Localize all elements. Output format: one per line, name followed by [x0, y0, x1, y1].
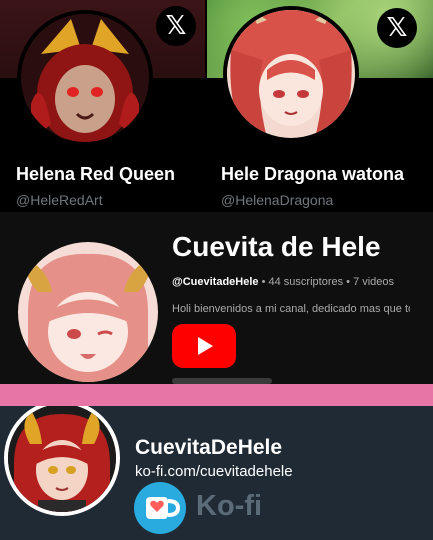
kofi-url-link[interactable]: ko-fi.com/cuevitadehele: [135, 463, 293, 480]
user-handle[interactable]: @HeleRedArt: [16, 192, 103, 208]
channel-avatar[interactable]: [18, 242, 158, 382]
kofi-brand-wordmark[interactable]: Ko-fi: [196, 490, 262, 523]
channel-meta: @CuevitadeHele • 44 suscriptores • 7 vid…: [172, 276, 394, 288]
section-divider: [0, 384, 433, 406]
subscriber-video-count: • 44 suscriptores • 7 videos: [261, 276, 395, 288]
x-profile-card-hele-dragona[interactable]: 𝕏 Hele Dragona watona @HelenaDragona: [207, 0, 433, 212]
avatar[interactable]: [4, 406, 120, 516]
channel-description: Holi bienvenidos a mi canal, dedicado ma…: [172, 303, 410, 315]
display-name[interactable]: Helena Red Queen: [16, 164, 175, 185]
x-logo-icon[interactable]: 𝕏: [156, 6, 196, 46]
user-handle[interactable]: @HelenaDragona: [221, 192, 333, 208]
channel-handle[interactable]: @CuevitadeHele: [172, 276, 259, 288]
kofi-profile-card[interactable]: CuevitaDeHele ko-fi.com/cuevitadehele Ko…: [0, 406, 433, 540]
avatar[interactable]: [223, 6, 359, 142]
kofi-cup-icon[interactable]: [134, 482, 186, 534]
youtube-channel-card[interactable]: Cuevita de Hele @CuevitadeHele • 44 susc…: [0, 212, 433, 384]
youtube-play-icon[interactable]: [172, 324, 236, 368]
display-name[interactable]: Hele Dragona watona: [221, 164, 404, 185]
channel-name[interactable]: Cuevita de Hele: [172, 231, 381, 263]
kofi-username[interactable]: CuevitaDeHele: [135, 436, 282, 460]
avatar[interactable]: [17, 10, 153, 146]
x-profile-card-helena-red-queen[interactable]: 𝕏 Helena Red Queen @HeleRedArt: [0, 0, 205, 212]
x-logo-icon[interactable]: 𝕏: [377, 8, 417, 48]
